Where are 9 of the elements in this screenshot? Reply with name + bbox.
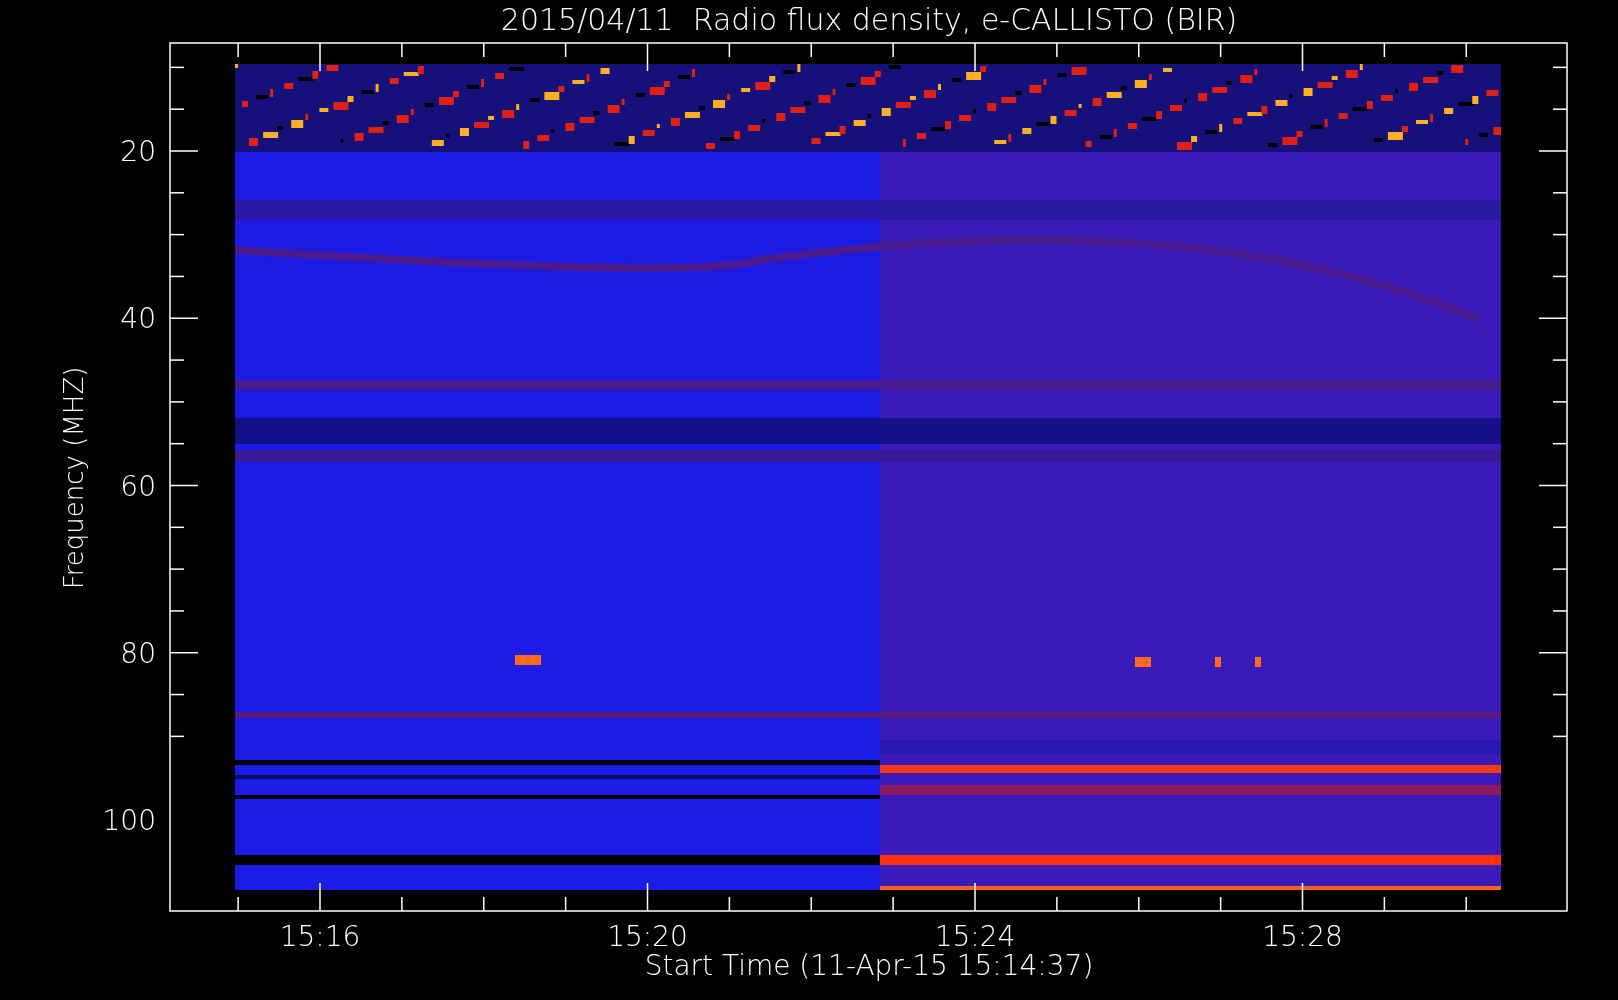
- y-tick-label: 20: [120, 135, 156, 168]
- y-tick-label: 60: [120, 469, 156, 503]
- chart-title: 2015/04/11 Radio flux density, e-CALLISTO (BIR): [500, 2, 1238, 37]
- x-tick-label: 15:16: [279, 920, 361, 953]
- y-axis-title: Frequency (MHZ): [59, 366, 89, 590]
- y-tick-label: 40: [120, 302, 156, 336]
- y-tick-label: 100: [102, 804, 156, 837]
- x-tick-label: 15:28: [1262, 920, 1343, 953]
- y-tick-label: 80: [120, 636, 156, 670]
